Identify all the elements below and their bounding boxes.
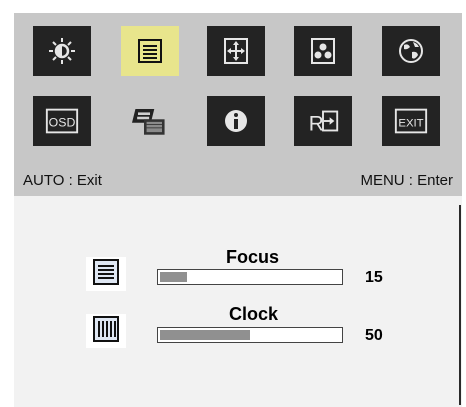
exit-icon-text: EXIT (398, 118, 423, 130)
menu-tile-brightness[interactable] (33, 26, 91, 76)
clock-icon (91, 315, 121, 348)
menu-tile-exit[interactable]: EXIT (382, 96, 440, 146)
input-source-icon (132, 106, 168, 136)
brightness-icon (44, 36, 80, 66)
position-icon (218, 36, 254, 66)
color-icon (305, 36, 341, 66)
auto-exit-hint: AUTO : Exit (23, 172, 102, 189)
osd-icon-text: OSD (49, 116, 76, 130)
menu-tile-position[interactable] (207, 26, 265, 76)
picture-settings-icon (132, 36, 168, 66)
menu-tile-info[interactable] (207, 96, 265, 146)
reset-icon: R (305, 106, 341, 136)
panel-divider (459, 205, 461, 405)
clock-slider[interactable] (157, 327, 343, 343)
focus-slider-fill (160, 272, 187, 282)
osd-menu-header: OSD R EXIT AUTO: Exit MENU: Enter (14, 13, 462, 196)
menu-tile-reset[interactable]: R (294, 96, 352, 146)
exit-icon: EXIT (393, 106, 429, 136)
menu-tile-picture[interactable] (121, 26, 179, 76)
language-icon (393, 36, 429, 66)
osd-submenu-panel (14, 196, 462, 407)
menu-enter-hint: MENU : Enter (360, 172, 453, 189)
menu-tile-language[interactable] (382, 26, 440, 76)
svg-text:R: R (309, 112, 324, 135)
osd-settings-icon: OSD (44, 106, 80, 136)
information-icon (218, 106, 254, 136)
clock-slider-fill (160, 330, 250, 340)
focus-icon (91, 258, 121, 291)
clock-label: Clock (229, 304, 279, 324)
clock-param-icon (86, 314, 126, 348)
menu-tile-color[interactable] (294, 26, 352, 76)
clock-value: 50 (365, 327, 383, 344)
focus-slider[interactable] (157, 269, 343, 285)
focus-param-icon (86, 257, 126, 291)
menu-tile-input[interactable] (121, 96, 179, 146)
focus-value: 15 (365, 269, 383, 286)
menu-tile-osd[interactable]: OSD (33, 96, 91, 146)
focus-label: Focus (226, 247, 280, 267)
